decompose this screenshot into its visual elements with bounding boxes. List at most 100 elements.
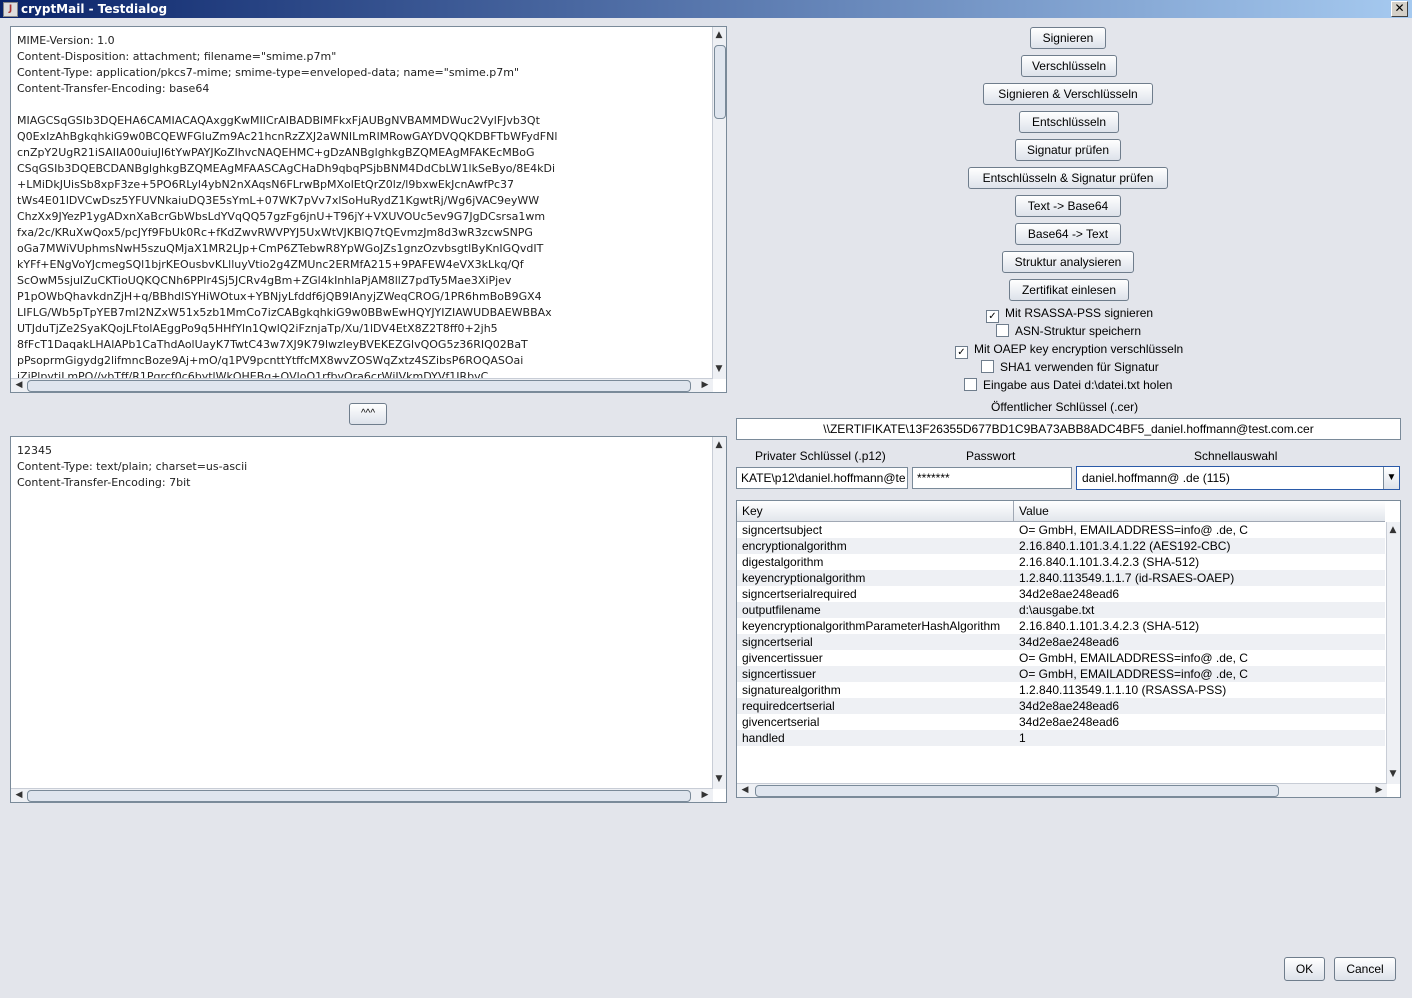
load-certificate-button[interactable]: Zertifikat einlesen [1009,279,1129,301]
scroll-left-icon[interactable]: ◀ [739,784,751,796]
key-cell: requiredcertserial [742,699,835,713]
table-row[interactable]: digestalgorithm 2.16.840.1.101.3.4.2.3 (S… [737,554,1385,570]
table-row[interactable]: signcertserialrequired 34d2e8ae248ead6 [737,586,1385,602]
close-icon[interactable]: ✕ [1391,1,1408,17]
column-header-value[interactable]: Value [1019,504,1049,518]
key-cell: givencertissuer [742,651,823,665]
input-from-file-checkbox[interactable]: Eingabe aus Datei d:\datei.txt holen [964,378,1172,394]
scroll-right-icon[interactable]: ▶ [699,789,711,801]
value-cell: 1.2.840.113549.1.1.10 (RSASSA-PSS) [1019,683,1227,697]
key-cell: encryptionalgorithm [742,539,847,553]
checkbox-label: ASN-Struktur speichern [1015,324,1142,338]
scroll-up-icon[interactable]: ▲ [1387,524,1399,536]
table-row[interactable]: keyencryptionalgorithmParameterHashAlgor… [737,618,1385,634]
value-cell: 34d2e8ae248ead6 [1019,715,1120,729]
public-key-field[interactable]: \\ZERTIFIKATE\13F26355D677BD1C9BA73ABB8A… [736,418,1401,440]
oaep-checkbox[interactable]: ✓ Mit OAEP key encryption verschlüsseln [955,342,1184,359]
verify-signature-button[interactable]: Signatur prüfen [1015,139,1121,161]
cancel-button[interactable]: Cancel [1334,957,1396,981]
chevron-down-icon[interactable]: ▼ [1383,467,1399,489]
plain-text-area[interactable]: 12345 Content-Type: text/plain; charset=… [10,436,727,803]
value-cell: 2.16.840.1.101.3.4.2.3 (SHA-512) [1019,619,1200,633]
ok-button[interactable]: OK [1284,957,1325,981]
checkbox-checked-icon[interactable]: ✓ [955,346,968,359]
value-cell: O= GmbH, EMAILADDRESS=info@ .de, C [1019,523,1248,537]
table-row[interactable]: signcertsubject O= GmbH, EMAILADDRESS=inf… [737,522,1385,538]
table-row[interactable]: requiredcertserial 34d2e8ae248ead6 [737,698,1385,714]
base64-to-text-button[interactable]: Base64 -> Text [1015,223,1121,245]
analyze-structure-button[interactable]: Struktur analysieren [1002,251,1134,273]
decrypt-button[interactable]: Entschlüsseln [1019,111,1119,133]
sign-button[interactable]: Signieren [1030,27,1106,49]
scroll-right-icon[interactable]: ▶ [1373,784,1385,796]
horizontal-scrollbar[interactable]: ◀ ▶ [11,788,713,802]
scroll-thumb[interactable] [714,45,726,119]
key-cell: signcertserialrequired [742,587,857,601]
checkbox-label: Mit OAEP key encryption verschlüsseln [974,342,1184,356]
result-table[interactable]: Key Value signcertsubject O= GmbH, EMAILA… [736,500,1401,798]
private-key-label: Privater Schlüssel (.p12) [755,449,886,463]
scroll-down-icon[interactable]: ▼ [713,773,725,785]
key-cell: signaturealgorithm [742,683,841,697]
private-key-field[interactable]: KATE\p12\daniel.hoffmann@te [736,467,908,489]
table-row[interactable]: encryptionalgorithm 2.16.840.1.101.3.4.1.… [737,538,1385,554]
scroll-thumb[interactable] [755,785,1279,797]
scroll-right-icon[interactable]: ▶ [699,379,711,391]
table-row[interactable]: givencertissuer O= GmbH, EMAILADDRESS=inf… [737,650,1385,666]
table-row[interactable]: signaturealgorithm 1.2.840.113549.1.1.10 … [737,682,1385,698]
column-divider[interactable] [1013,501,1014,521]
password-field[interactable]: ******* [912,467,1072,489]
scroll-thumb[interactable] [27,380,691,392]
public-key-label: Öffentlicher Schlüssel (.cer) [991,400,1139,414]
value-cell: d:\ausgabe.txt [1019,603,1095,617]
encoded-text-content[interactable]: MIME-Version: 1.0 Content-Disposition: a… [11,27,726,379]
checkbox-icon[interactable] [996,324,1009,337]
horizontal-scrollbar[interactable]: ◀ ▶ [737,783,1387,797]
checkbox-icon[interactable] [964,378,977,391]
value-cell: 34d2e8ae248ead6 [1019,699,1120,713]
title-bar: J cryptMail - Testdialog ✕ [0,0,1412,18]
key-cell: digestalgorithm [742,555,824,569]
table-header: Key Value [737,501,1385,522]
swap-button[interactable]: ^^^ [349,403,387,425]
table-row[interactable]: handled 1 [737,730,1385,746]
scroll-down-icon[interactable]: ▼ [1387,768,1399,780]
encoded-text-area[interactable]: MIME-Version: 1.0 Content-Disposition: a… [10,26,727,393]
scroll-up-icon[interactable]: ▲ [713,439,725,451]
vertical-scrollbar[interactable]: ▲ ▼ [712,27,726,379]
scroll-left-icon[interactable]: ◀ [13,379,25,391]
key-cell: handled [742,731,785,745]
value-cell: 1 [1019,731,1026,745]
table-row[interactable]: outputfilename d:\ausgabe.txt [737,602,1385,618]
quick-select-dropdown[interactable]: daniel.hoffmann@ .de (115) ▼ [1076,466,1400,490]
text-to-base64-button[interactable]: Text -> Base64 [1015,195,1121,217]
rsassa-pss-checkbox[interactable]: ✓ Mit RSASSA-PSS signieren [986,306,1153,323]
vertical-scrollbar[interactable]: ▲ ▼ [1386,522,1400,784]
plain-text-content[interactable]: 12345 Content-Type: text/plain; charset=… [11,437,726,789]
scroll-thumb[interactable] [27,790,691,802]
column-header-key[interactable]: Key [742,504,763,518]
table-row[interactable]: signcertissuer O= GmbH, EMAILADDRESS=info… [737,666,1385,682]
scroll-left-icon[interactable]: ◀ [13,789,25,801]
key-cell: signcertissuer [742,667,817,681]
scroll-up-icon[interactable]: ▲ [713,29,725,41]
scroll-down-icon[interactable]: ▼ [713,363,725,375]
value-cell: 2.16.840.1.101.3.4.2.3 (SHA-512) [1019,555,1200,569]
key-cell: keyencryptionalgorithm [742,571,866,585]
quick-select-label: Schnellauswahl [1194,449,1278,463]
horizontal-scrollbar[interactable]: ◀ ▶ [11,378,713,392]
encrypt-button[interactable]: Verschlüsseln [1021,55,1117,77]
table-row[interactable]: givencertserial 34d2e8ae248ead6 [737,714,1385,730]
checkbox-checked-icon[interactable]: ✓ [986,310,999,323]
table-row[interactable]: keyencryptionalgorithm 1.2.840.113549.1.1… [737,570,1385,586]
decrypt-and-verify-button[interactable]: Entschlüsseln & Signatur prüfen [968,167,1168,189]
key-cell: signcertserial [742,635,813,649]
checkbox-icon[interactable] [981,360,994,373]
password-label: Passwort [966,449,1016,463]
sha1-checkbox[interactable]: SHA1 verwenden für Signatur [981,360,1159,376]
value-cell: O= GmbH, EMAILADDRESS=info@ .de, C [1019,667,1248,681]
asn-structure-checkbox[interactable]: ASN-Struktur speichern [996,324,1141,340]
vertical-scrollbar[interactable]: ▲ ▼ [712,437,726,789]
sign-and-encrypt-button[interactable]: Signieren & Verschlüsseln [983,83,1153,105]
table-row[interactable]: signcertserial 34d2e8ae248ead6 [737,634,1385,650]
